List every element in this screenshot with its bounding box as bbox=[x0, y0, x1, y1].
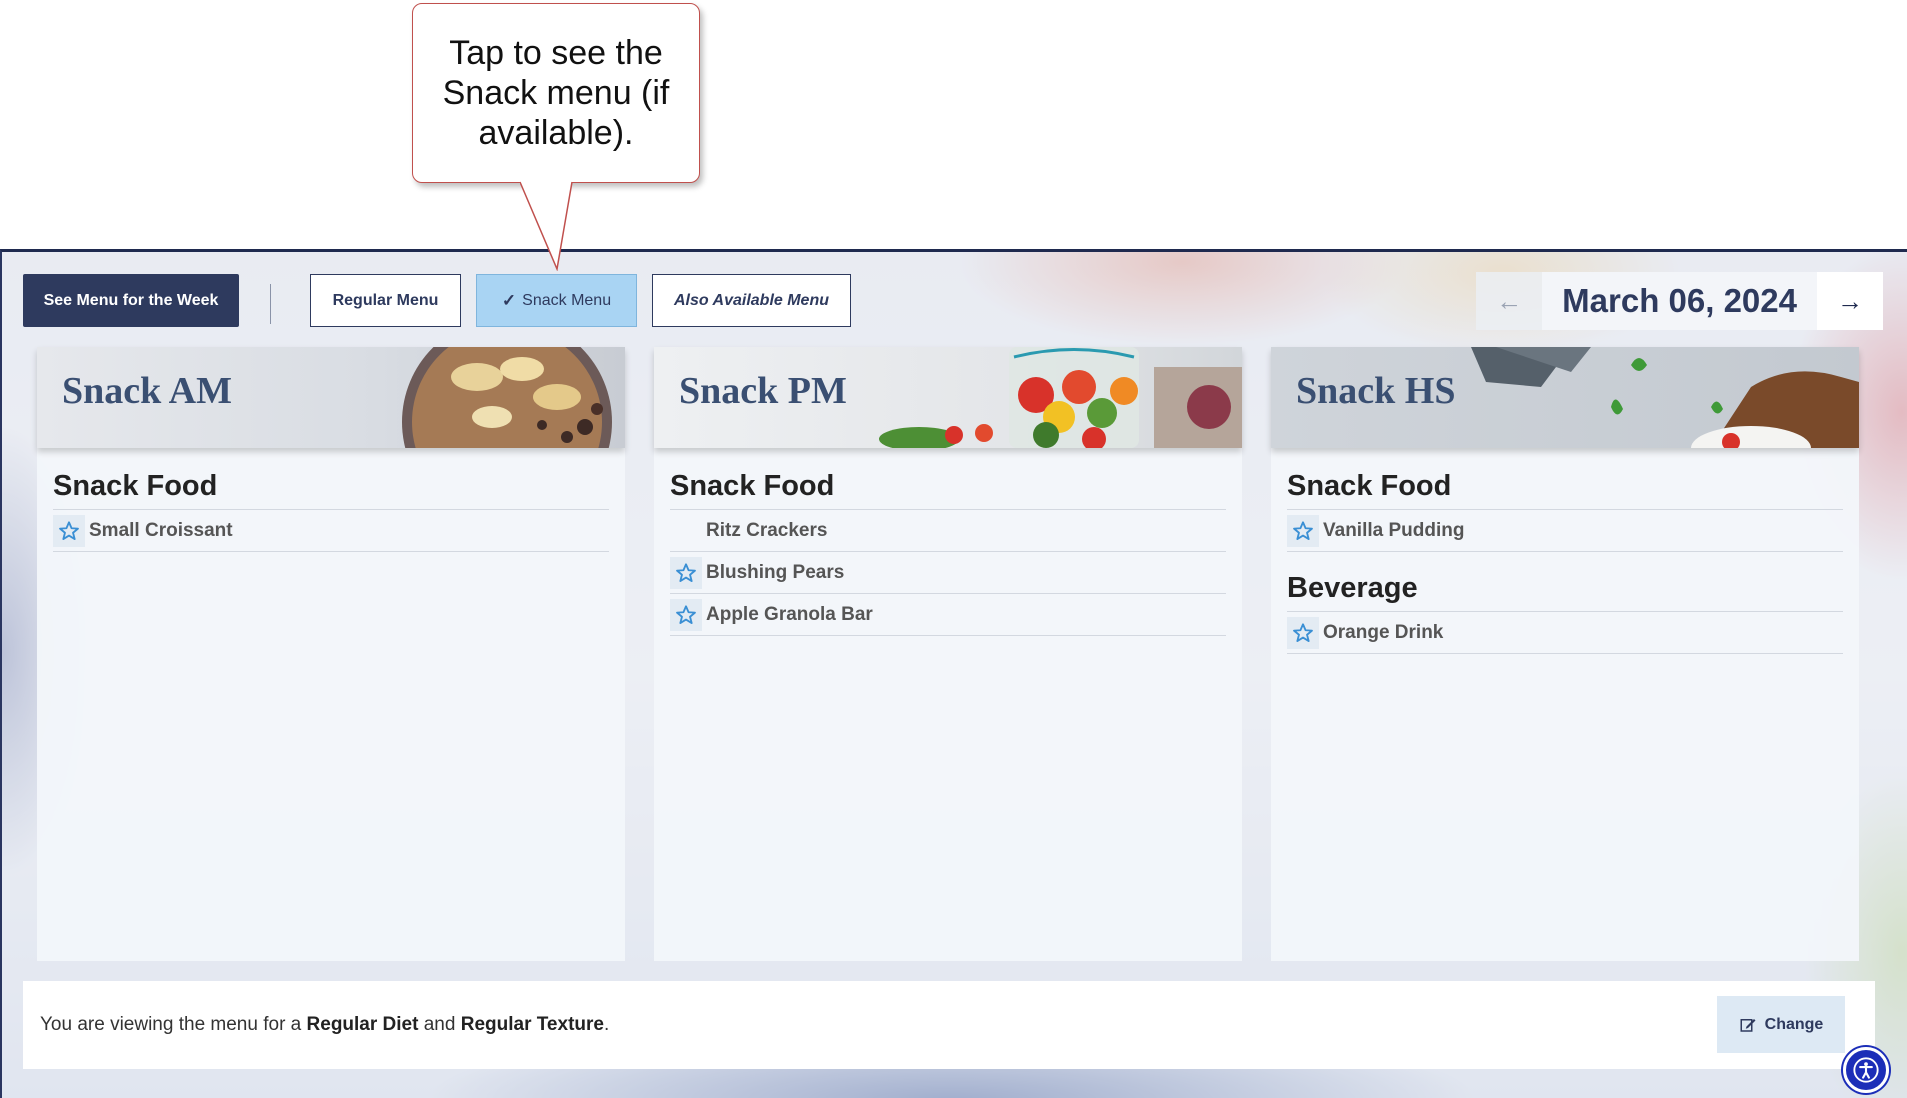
also-available-menu-button[interactable]: Also Available Menu bbox=[652, 274, 851, 327]
diet-name: Regular Diet bbox=[306, 1014, 419, 1035]
checkmark-icon: ✓ bbox=[501, 290, 517, 310]
card-title: Snack HS bbox=[1296, 370, 1456, 412]
menu-item-name: Small Croissant bbox=[89, 519, 233, 541]
previous-day-button[interactable]: ← bbox=[1476, 272, 1543, 330]
card-header: Snack AM bbox=[37, 347, 625, 448]
change-diet-button[interactable]: Change bbox=[1717, 996, 1845, 1053]
current-date: March 06, 2024 bbox=[1542, 272, 1817, 330]
favorite-star-icon[interactable] bbox=[670, 556, 702, 589]
card-body: Snack Food Vanilla Pudding Beverage Oran… bbox=[1271, 448, 1859, 654]
menu-item-name: Apple Granola Bar bbox=[706, 603, 873, 625]
accessibility-icon bbox=[1853, 1057, 1879, 1083]
date-navigation: ← March 06, 2024 → bbox=[1476, 272, 1883, 330]
toolbar-divider bbox=[270, 284, 271, 324]
change-label: Change bbox=[1764, 1015, 1824, 1033]
category-heading: Snack Food bbox=[670, 464, 1226, 510]
menu-item-name: Vanilla Pudding bbox=[1323, 519, 1465, 541]
card-title: Snack PM bbox=[679, 370, 847, 412]
menu-item-name: Orange Drink bbox=[1323, 621, 1444, 643]
category-heading: Snack Food bbox=[53, 464, 609, 510]
favorite-star-icon[interactable] bbox=[670, 598, 702, 631]
menu-item[interactable]: Blushing Pears bbox=[670, 552, 1226, 594]
texture-name: Regular Texture bbox=[460, 1014, 604, 1035]
menu-item-name: Blushing Pears bbox=[706, 561, 845, 583]
next-day-button[interactable]: → bbox=[1817, 272, 1883, 330]
snack-menu-label: Snack Menu bbox=[522, 291, 612, 309]
card-header: Snack HS bbox=[1271, 347, 1859, 448]
menu-item[interactable]: Ritz Crackers bbox=[670, 510, 1226, 552]
favorite-star-icon[interactable] bbox=[1287, 616, 1319, 649]
menu-item[interactable]: Small Croissant bbox=[53, 510, 609, 552]
card-body: Snack Food Small Croissant bbox=[37, 448, 625, 552]
tooltip-callout: Tap to see the Snack menu (if available)… bbox=[412, 3, 700, 183]
meal-card-snack-am: Snack AM Snack Food Small Croissant bbox=[37, 347, 625, 961]
regular-menu-button[interactable]: Regular Menu bbox=[310, 274, 461, 327]
see-menu-for-week-button[interactable]: See Menu for the Week bbox=[23, 274, 239, 327]
favorite-star-icon[interactable] bbox=[53, 514, 85, 547]
menu-item[interactable]: Apple Granola Bar bbox=[670, 594, 1226, 636]
menu-app: See Menu for the Week Regular Menu ✓ Sna… bbox=[0, 249, 1907, 1098]
callout-pointer bbox=[520, 181, 573, 271]
edit-icon bbox=[1740, 1018, 1756, 1032]
meal-card-snack-pm: Snack PM Snack Food Ritz Crackers Blushi… bbox=[654, 347, 1242, 961]
meal-card-snack-hs: Snack HS Snack Food Vanilla Pudding Beve… bbox=[1271, 347, 1859, 961]
favorite-star-icon[interactable] bbox=[1287, 514, 1319, 547]
diet-info-bar: You are viewing the menu for a Regular D… bbox=[23, 981, 1875, 1069]
diet-info-text: You are viewing the menu for a Regular D… bbox=[40, 1014, 610, 1035]
snack-menu-button[interactable]: ✓ Snack Menu bbox=[476, 274, 637, 327]
card-header: Snack PM bbox=[654, 347, 1242, 448]
accessibility-button[interactable] bbox=[1843, 1047, 1889, 1093]
callout-text: Tap to see the Snack menu (if available)… bbox=[442, 34, 670, 152]
category-heading: Snack Food bbox=[1287, 464, 1843, 510]
arrow-right-icon: → bbox=[1837, 285, 1863, 316]
card-body: Snack Food Ritz Crackers Blushing Pears … bbox=[654, 448, 1242, 636]
menu-item[interactable]: Orange Drink bbox=[1287, 612, 1843, 654]
card-title: Snack AM bbox=[62, 370, 232, 412]
arrow-left-icon: ← bbox=[1496, 285, 1523, 316]
category-heading: Beverage bbox=[1287, 566, 1843, 612]
menu-item-name: Ritz Crackers bbox=[706, 519, 828, 541]
menu-item[interactable]: Vanilla Pudding bbox=[1287, 510, 1843, 552]
